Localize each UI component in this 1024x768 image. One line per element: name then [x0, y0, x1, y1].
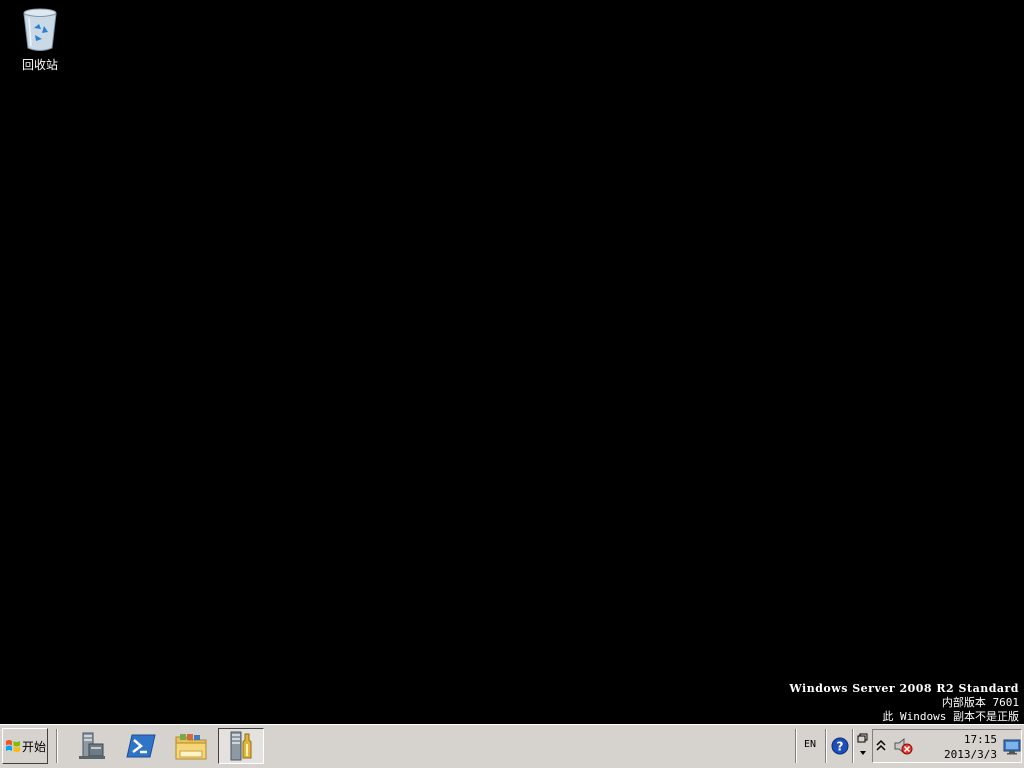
- taskbar-separator: [56, 729, 58, 763]
- desktop-icon-label: 回收站: [21, 58, 58, 72]
- server-manager-icon: [79, 732, 105, 759]
- tools-icon: [230, 731, 252, 761]
- tray-separator: [852, 729, 854, 763]
- svg-text:?: ?: [837, 740, 844, 754]
- taskbar: 开始 EN ? 17:15 2013/3/3: [0, 724, 1024, 768]
- powershell-icon: [126, 734, 156, 758]
- taskbar-powershell-button[interactable]: [118, 728, 164, 764]
- start-button[interactable]: 开始: [2, 728, 48, 764]
- clock-date: 2013/3/3: [944, 748, 997, 761]
- show-desktop-icon[interactable]: [1003, 739, 1021, 755]
- watermark-notice: 此 Windows 副本不是正版: [882, 710, 1019, 723]
- clock-time: 17:15: [963, 733, 997, 746]
- recycle-bin-icon: [23, 8, 57, 51]
- desktop-icon-recycle-bin[interactable]: 回收站: [12, 6, 68, 73]
- tray-separator: [795, 729, 797, 763]
- tray-separator: [825, 729, 827, 763]
- watermark-build: 内部版本 7601: [941, 696, 1019, 709]
- taskbar-tools-button[interactable]: [218, 728, 264, 764]
- speaker-muted-icon[interactable]: [893, 737, 913, 755]
- help-icon[interactable]: ?: [831, 737, 849, 755]
- input-options-icon[interactable]: [857, 733, 869, 759]
- notification-area: 17:15 2013/3/3: [872, 729, 1022, 763]
- taskbar-explorer-button[interactable]: [168, 728, 214, 764]
- language-indicator[interactable]: EN: [804, 739, 816, 750]
- chevron-up-icon[interactable]: [876, 739, 886, 751]
- clock[interactable]: 17:15 2013/3/3: [929, 732, 997, 762]
- file-explorer-icon: [175, 734, 207, 760]
- watermark-os-name: Windows Server 2008 R2 Standard: [789, 682, 1019, 695]
- windows-watermark: Windows Server 2008 R2 Standard 内部版本 760…: [789, 682, 1019, 724]
- taskbar-server-manager-button[interactable]: [68, 728, 114, 764]
- desktop: 回收站 Windows Server 2008 R2 Standard 内部版本…: [0, 0, 1024, 724]
- start-label: 开始: [22, 739, 47, 754]
- windows-logo-icon: [6, 740, 20, 752]
